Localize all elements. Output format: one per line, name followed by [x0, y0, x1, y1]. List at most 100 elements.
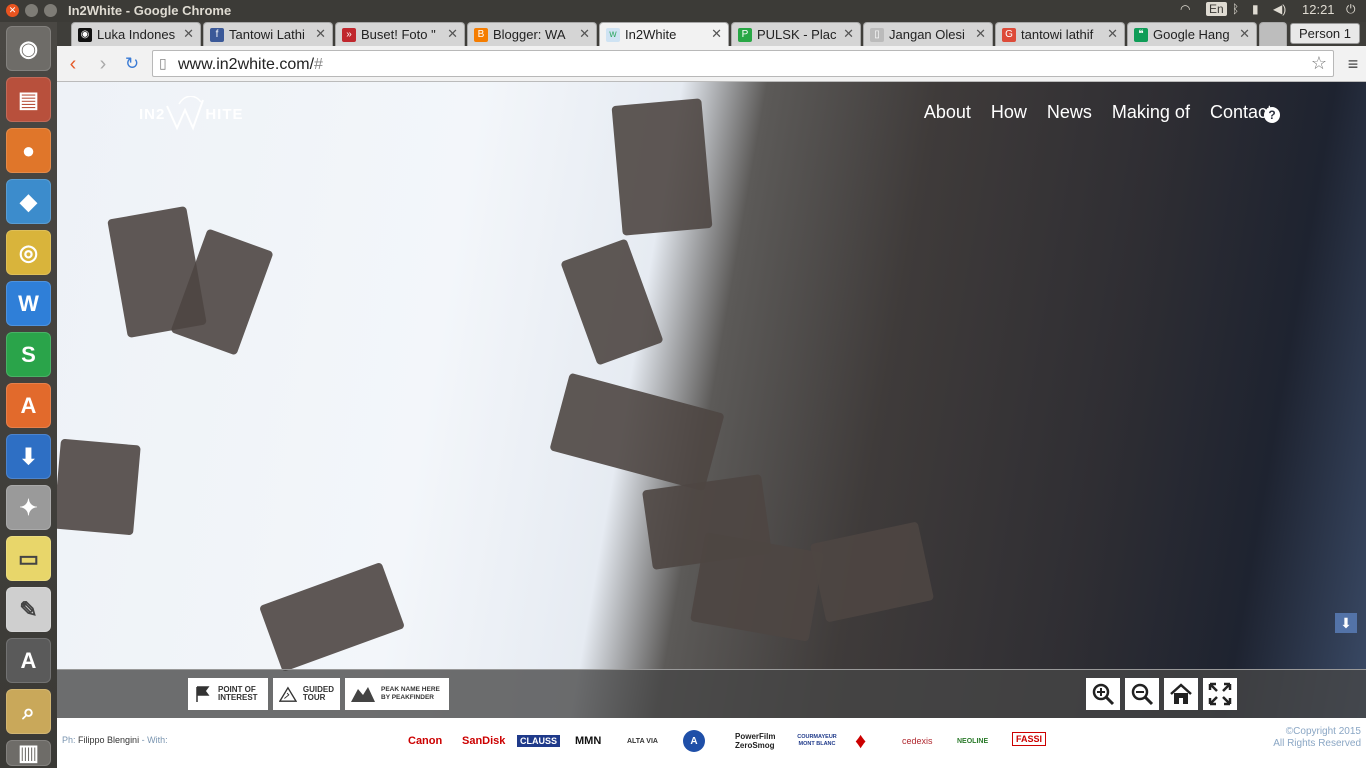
- logo-text-right: HITE: [205, 105, 244, 123]
- back-icon[interactable]: ‹: [61, 52, 85, 76]
- tab-google-hangouts[interactable]: ❝ Google Hang ✕: [1127, 22, 1257, 46]
- sponsor-alta-via[interactable]: ALTA VIA: [627, 730, 658, 752]
- mode-label: POINT OF INTEREST: [218, 685, 258, 702]
- reload-icon[interactable]: ↻: [120, 52, 144, 76]
- text-editor-icon[interactable]: ✎: [6, 587, 51, 632]
- new-tab-button[interactable]: [1259, 22, 1287, 46]
- battery-icon[interactable]: ▮: [1252, 2, 1259, 16]
- box-icon[interactable]: ◆: [6, 179, 51, 224]
- document-icon: ▯: [870, 27, 884, 42]
- browser-toolbar: ‹ › ↻ ▯ www.in2white.com/# ☆ ≡: [57, 46, 1366, 82]
- power-icon[interactable]: ⏻: [1346, 2, 1356, 17]
- tab-close-icon[interactable]: ✕: [315, 26, 326, 42]
- tab-close-icon[interactable]: ✕: [975, 26, 986, 42]
- peakfinder-button[interactable]: PEAK NAME HERE by PeakFinder: [345, 678, 449, 710]
- peak-icon: [351, 687, 375, 702]
- tab-close-icon[interactable]: ✕: [711, 26, 722, 42]
- tab-in2white[interactable]: w In2White ✕: [599, 22, 729, 46]
- site-favicon: »: [342, 27, 356, 42]
- scroll-down-arrow-icon[interactable]: ⬇: [1335, 613, 1357, 633]
- sponsor-red-logo[interactable]: ♦: [855, 728, 866, 753]
- panorama-photo[interactable]: IN2 HITE About How News Making of Contac…: [57, 82, 1366, 718]
- writer-icon[interactable]: W: [6, 281, 51, 326]
- nav-how[interactable]: How: [991, 102, 1027, 123]
- tab-tantowi[interactable]: f Tantowi Lathi ✕: [203, 22, 333, 46]
- volume-icon[interactable]: ◀): [1273, 2, 1286, 16]
- help-icon[interactable]: ?: [1264, 107, 1280, 123]
- tab-close-icon[interactable]: ✕: [1107, 26, 1118, 42]
- firefox-icon[interactable]: ●: [6, 128, 51, 173]
- settings-icon[interactable]: ✦: [6, 485, 51, 530]
- tab-blogger[interactable]: B Blogger: WA ✕: [467, 22, 597, 46]
- page-icon: ▯: [159, 55, 167, 71]
- rock-shape: [560, 238, 664, 366]
- nav-contact[interactable]: Contact: [1210, 102, 1272, 123]
- tab-pulsk[interactable]: P PULSK - Plac ✕: [731, 22, 861, 46]
- sponsor-sandisk[interactable]: SanDisk: [462, 730, 505, 752]
- spreadsheet-icon[interactable]: S: [6, 332, 51, 377]
- nav-making-of[interactable]: Making of: [1112, 102, 1190, 123]
- blogger-icon: B: [474, 27, 488, 42]
- rock-shape: [549, 372, 725, 492]
- window-minimize-button[interactable]: [25, 4, 38, 17]
- dash-icon[interactable]: ◉: [6, 26, 51, 71]
- tab-close-icon[interactable]: ✕: [183, 26, 194, 42]
- guided-tour-button[interactable]: GUIDED TOUR: [273, 678, 340, 710]
- tab-buset[interactable]: » Buset! Foto " ✕: [335, 22, 465, 46]
- tab-google-plus[interactable]: G tantowi lathif ✕: [995, 22, 1125, 46]
- sponsor-a-logo[interactable]: A: [683, 730, 705, 752]
- rock-shape: [107, 205, 207, 339]
- in2white-logo[interactable]: IN2 HITE: [139, 94, 244, 134]
- menu-icon[interactable]: ≡: [1341, 52, 1365, 76]
- files-icon[interactable]: ▤: [6, 77, 51, 122]
- updater-icon[interactable]: A: [6, 638, 51, 683]
- wifi-icon[interactable]: ◠: [1180, 2, 1190, 16]
- sponsor-courmayeur[interactable]: COURMAYEUR MONT BLANC: [792, 730, 842, 752]
- clock[interactable]: 12:21: [1302, 2, 1335, 17]
- os-top-bar: ✕ In2White - Google Chrome ◠ En ᛒ ▮ ◀) 1…: [0, 0, 1366, 22]
- bookmark-star-icon[interactable]: ☆: [1311, 53, 1327, 74]
- nav-about[interactable]: About: [924, 102, 971, 123]
- sponsor-clauss[interactable]: CLAUSS: [517, 735, 561, 747]
- bluetooth-icon[interactable]: ᛒ: [1232, 2, 1239, 16]
- trash-icon[interactable]: ▥: [6, 740, 51, 766]
- window-maximize-button[interactable]: [44, 4, 57, 17]
- tab-close-icon[interactable]: ✕: [579, 26, 590, 42]
- tab-close-icon[interactable]: ✕: [447, 26, 458, 42]
- sponsor-canon[interactable]: Canon: [408, 730, 442, 752]
- chrome-icon[interactable]: ◎: [6, 230, 51, 275]
- sponsor-mmn[interactable]: MMN: [575, 730, 601, 752]
- tab-luka-indonesia[interactable]: ◉ Luka Indones ✕: [71, 22, 201, 46]
- software-center-icon[interactable]: A: [6, 383, 51, 428]
- window-close-button[interactable]: ✕: [6, 4, 19, 17]
- download-icon[interactable]: ⬇: [6, 434, 51, 479]
- nav-news[interactable]: News: [1047, 102, 1092, 123]
- point-of-interest-button[interactable]: POINT OF INTEREST: [188, 678, 268, 710]
- profile-button[interactable]: Person 1: [1290, 23, 1360, 44]
- fullscreen-button[interactable]: [1203, 678, 1237, 710]
- url-hash: #: [314, 56, 323, 73]
- zoom-in-button[interactable]: [1086, 678, 1120, 710]
- sponsor-powerfilm[interactable]: PowerFilm ZeroSmog: [735, 730, 787, 752]
- pulsk-icon: P: [738, 27, 752, 42]
- viewer-control-bar: POINT OF INTEREST GUIDED TOUR PEAK NAME …: [57, 669, 1366, 718]
- sponsor-fassi[interactable]: FASSI: [1012, 732, 1047, 746]
- tab-close-icon[interactable]: ✕: [1239, 26, 1250, 42]
- launcher: ◉ ▤ ● ◆ ◎ W S A ⬇ ✦ ▭ ✎ A ⌕ ▥: [0, 22, 57, 768]
- zoom-out-button[interactable]: [1125, 678, 1159, 710]
- mountain-path-icon: [279, 686, 297, 702]
- in2white-favicon: w: [606, 27, 620, 42]
- forward-icon[interactable]: ›: [91, 52, 115, 76]
- photographer-name[interactable]: Filippo Blengini: [78, 735, 139, 745]
- tab-close-icon[interactable]: ✕: [843, 26, 854, 42]
- address-bar[interactable]: ▯ www.in2white.com/# ☆: [152, 50, 1334, 77]
- sticky-notes-icon[interactable]: ▭: [6, 536, 51, 581]
- home-button[interactable]: [1164, 678, 1198, 710]
- sponsor-neoline[interactable]: NEOLINE: [957, 730, 988, 752]
- keyboard-layout-indicator[interactable]: En: [1206, 2, 1227, 16]
- sponsor-cedexis[interactable]: cedexis: [902, 730, 933, 752]
- mode-label: PEAK NAME HERE by PeakFinder: [381, 686, 440, 701]
- tab-jangan-olesi[interactable]: ▯ Jangan Olesi ✕: [863, 22, 993, 46]
- image-viewer-icon[interactable]: ⌕: [6, 689, 51, 734]
- rights-line: All Rights Reserved: [1273, 738, 1361, 749]
